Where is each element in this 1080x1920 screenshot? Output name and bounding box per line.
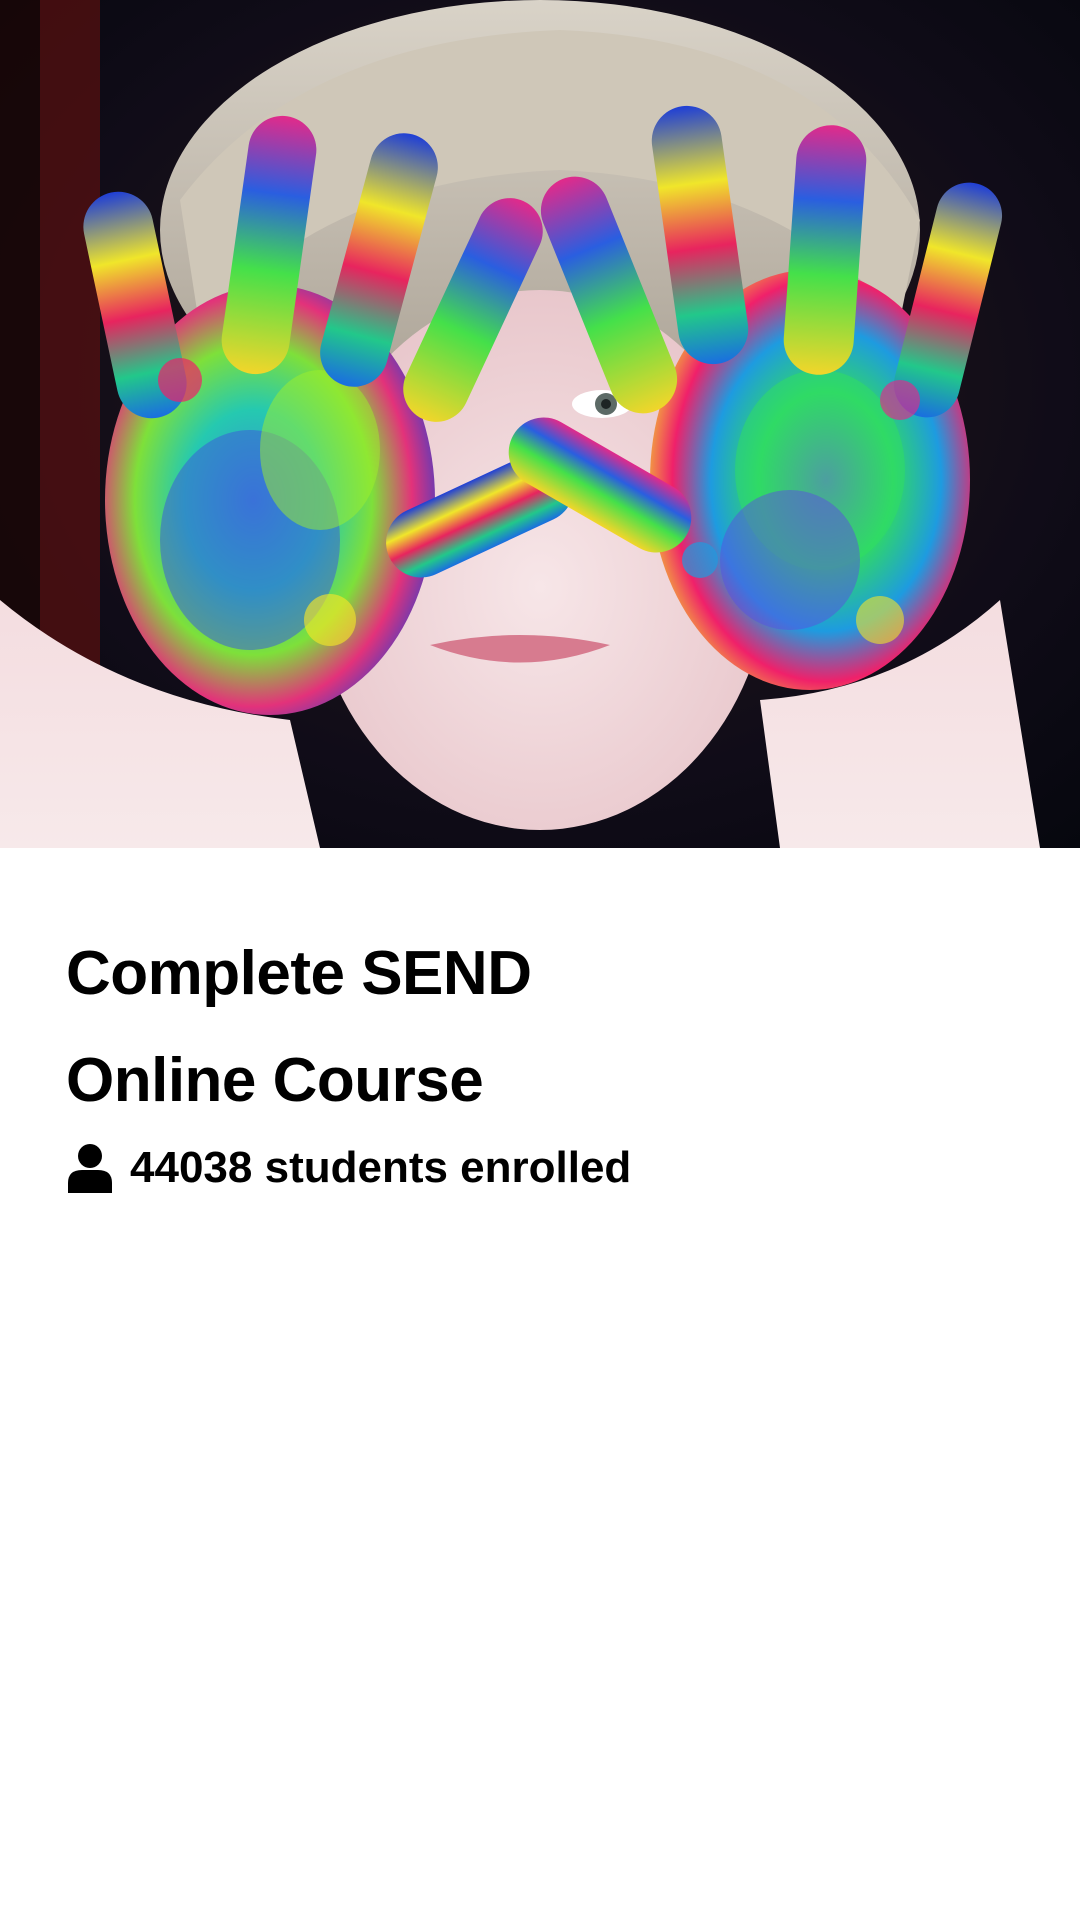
enrolled-label: students enrolled	[264, 1143, 632, 1192]
course-title: Complete SEND Online Course	[66, 920, 1026, 1134]
person-icon	[66, 1143, 114, 1193]
course-title-line-2: Online Course	[66, 1046, 484, 1115]
enrolled-count-text: 44038 students enrolled	[130, 1138, 631, 1198]
enrollment-info: 44038 students enrolled	[66, 1138, 1026, 1198]
hero-image	[0, 0, 1080, 848]
course-info: Complete SEND Online Course 44038 studen…	[66, 920, 1026, 1198]
course-title-line-1: Complete SEND	[66, 939, 532, 1008]
enrolled-count: 44038	[130, 1143, 253, 1192]
hero-photo-illustration	[0, 0, 1080, 848]
course-detail-page: Complete SEND Online Course 44038 studen…	[0, 0, 1080, 1920]
